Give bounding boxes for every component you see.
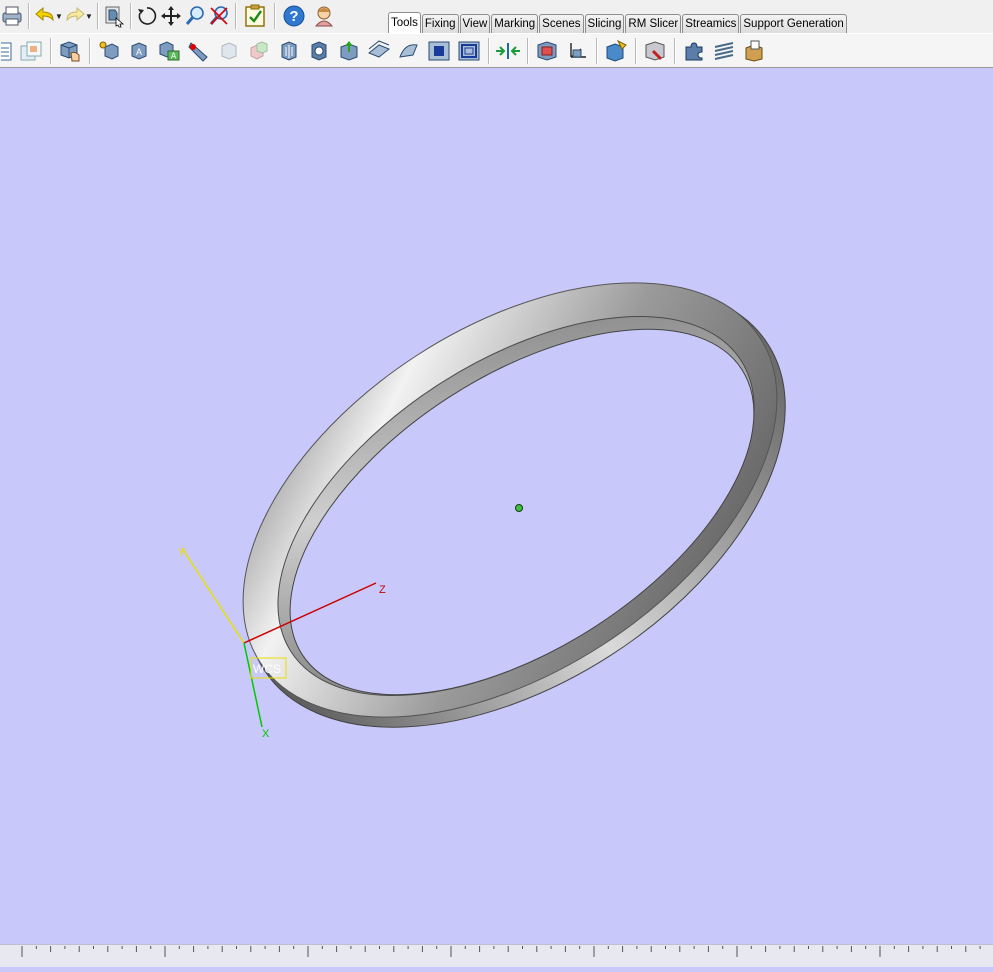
toolbar-separator bbox=[50, 37, 51, 64]
y-axis-label: Y bbox=[178, 547, 186, 559]
x-axis-label: X bbox=[262, 728, 270, 740]
wireframe-view-icon[interactable] bbox=[454, 37, 484, 65]
toolbar-separator bbox=[635, 37, 636, 64]
tab-marking[interactable]: Marking bbox=[491, 14, 539, 33]
checklist-icon[interactable] bbox=[240, 3, 270, 29]
top-bar: ▼ ▼ ? Tools Fixing View Marking Scenes S… bbox=[0, 0, 993, 33]
help-icon[interactable]: ? bbox=[279, 3, 309, 29]
toolbar-separator bbox=[97, 3, 98, 29]
tab-fixing[interactable]: Fixing bbox=[421, 14, 459, 33]
toolbar-separator bbox=[674, 37, 675, 64]
select-part-icon[interactable] bbox=[102, 3, 126, 29]
offset-surface-icon[interactable] bbox=[364, 37, 394, 65]
new-part-icon[interactable] bbox=[0, 37, 16, 65]
duplicate-part-icon[interactable] bbox=[244, 37, 274, 65]
wcs-label: WCS bbox=[253, 662, 281, 676]
tab-rm-slicer[interactable]: RM Slicer bbox=[625, 14, 682, 33]
tab-streamics[interactable]: Streamics bbox=[682, 14, 740, 33]
part-info-icon[interactable] bbox=[601, 37, 631, 65]
puzzle-icon[interactable] bbox=[679, 37, 709, 65]
axis-transform-icon[interactable] bbox=[562, 37, 592, 65]
fix-wizard-icon[interactable] bbox=[640, 37, 670, 65]
ribbon-tabs: Tools Fixing View Marking Scenes Slicing… bbox=[388, 12, 848, 33]
svg-text:A: A bbox=[136, 47, 142, 57]
solid-view-icon[interactable] bbox=[424, 37, 454, 65]
toolbar-separator bbox=[28, 3, 29, 29]
ring-part[interactable] bbox=[166, 193, 863, 818]
measure-icon[interactable]: A bbox=[124, 37, 154, 65]
extrude-icon[interactable] bbox=[334, 37, 364, 65]
label-icon[interactable]: A bbox=[154, 37, 184, 65]
zoom-icon[interactable] bbox=[183, 3, 207, 29]
tab-slicing[interactable]: Slicing bbox=[584, 14, 625, 33]
cut-icon[interactable] bbox=[184, 37, 214, 65]
toolbar-separator bbox=[89, 37, 90, 64]
undo-icon[interactable]: ▼ bbox=[33, 3, 63, 29]
box-icon[interactable] bbox=[739, 37, 769, 65]
print-icon[interactable] bbox=[0, 3, 24, 29]
toolbar-separator bbox=[488, 37, 489, 64]
y-axis-line bbox=[181, 547, 245, 644]
svg-text:?: ? bbox=[289, 8, 298, 25]
tab-scenes[interactable]: Scenes bbox=[539, 14, 584, 33]
toolbar-separator bbox=[235, 3, 236, 29]
3d-viewport[interactable]: Y Z X WCS bbox=[0, 68, 993, 944]
zoom-fit-icon[interactable] bbox=[207, 3, 231, 29]
tab-tools[interactable]: Tools bbox=[388, 12, 421, 33]
toolbar-separator bbox=[527, 37, 528, 64]
chevron-down-icon[interactable]: ▼ bbox=[85, 12, 93, 21]
ruler-ticks bbox=[21, 946, 981, 957]
part-center-marker bbox=[515, 504, 523, 512]
tab-view[interactable]: View bbox=[459, 14, 491, 33]
shell-icon[interactable] bbox=[274, 37, 304, 65]
wrap-icon[interactable] bbox=[394, 37, 424, 65]
layers-icon[interactable] bbox=[709, 37, 739, 65]
hollow-icon[interactable] bbox=[304, 37, 334, 65]
rotate-icon[interactable] bbox=[135, 3, 159, 29]
import-part-icon[interactable] bbox=[16, 37, 46, 65]
toolbar-separator bbox=[130, 3, 131, 29]
user-icon[interactable] bbox=[309, 3, 339, 29]
pan-icon[interactable] bbox=[159, 3, 183, 29]
boolean-icon[interactable] bbox=[532, 37, 562, 65]
bottom-ruler bbox=[0, 944, 993, 967]
transparent-part-icon[interactable] bbox=[214, 37, 244, 65]
svg-text:A: A bbox=[171, 51, 177, 60]
tab-support-generation[interactable]: Support Generation bbox=[740, 14, 847, 33]
scene-canvas[interactable]: Y Z X WCS bbox=[0, 68, 993, 944]
z-axis-label: Z bbox=[379, 584, 386, 596]
part-tools-icon[interactable] bbox=[94, 37, 124, 65]
main-toolbar: ▼ ▼ ? bbox=[0, 0, 339, 32]
split-icon[interactable] bbox=[493, 37, 523, 65]
toolbar-separator bbox=[596, 37, 597, 64]
tools-toolbar: A A bbox=[0, 33, 993, 68]
redo-icon[interactable]: ▼ bbox=[63, 3, 93, 29]
toolbar-separator bbox=[274, 3, 275, 29]
chevron-down-icon[interactable]: ▼ bbox=[55, 12, 63, 21]
part-manager-icon[interactable] bbox=[55, 37, 85, 65]
